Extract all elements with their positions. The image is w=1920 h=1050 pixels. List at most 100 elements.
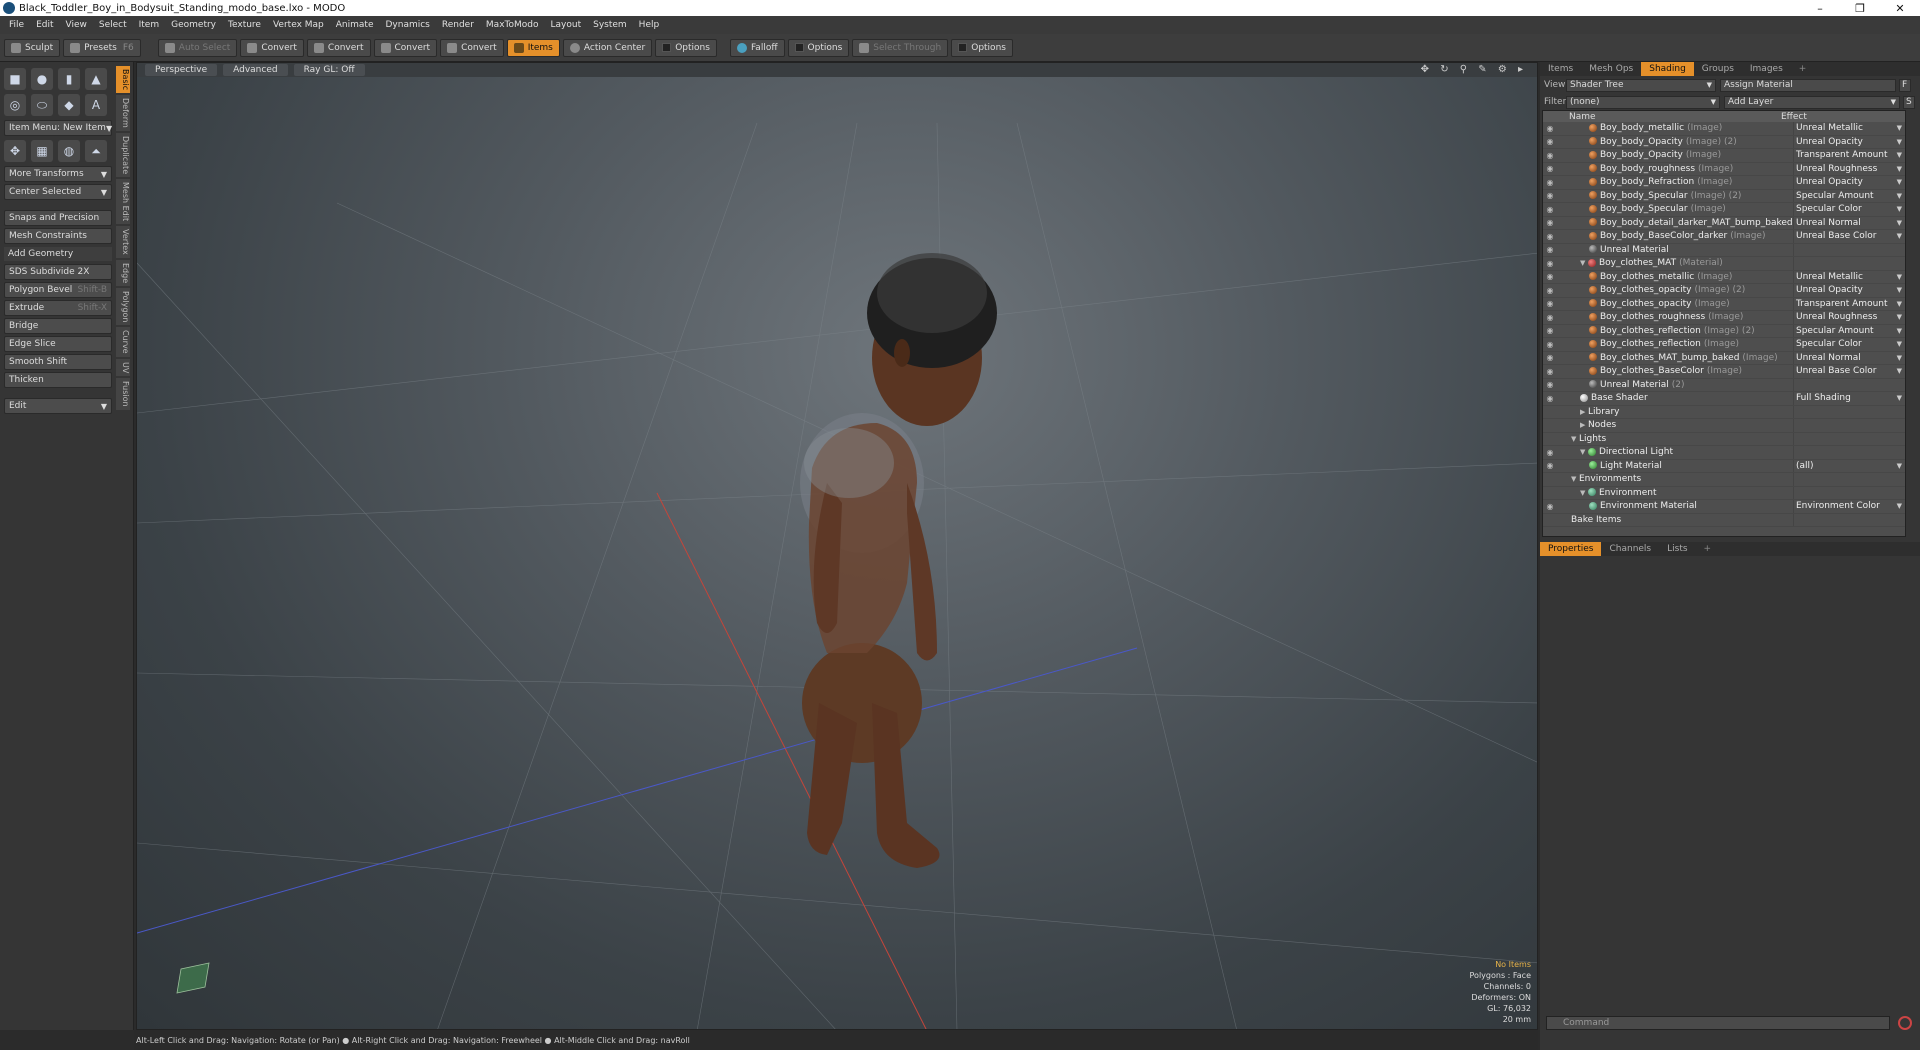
- layer-effect[interactable]: Specular Color ▼: [1793, 338, 1905, 351]
- presets-button[interactable]: Presets F6: [63, 38, 141, 57]
- layer-effect[interactable]: [1793, 257, 1905, 270]
- visibility-eye-icon[interactable]: ◉: [1543, 151, 1557, 160]
- layer-effect[interactable]: Unreal Normal ▼: [1793, 216, 1905, 229]
- filter-dropdown[interactable]: (none) ▼: [1566, 95, 1720, 109]
- layer-effect[interactable]: Specular Color ▼: [1793, 203, 1905, 216]
- menu-item-render[interactable]: Render: [442, 20, 474, 30]
- toolbox-tab-curve[interactable]: Curve: [116, 327, 130, 358]
- shader-tree-row[interactable]: ▶ Library: [1543, 405, 1905, 419]
- menu-item-item[interactable]: Item: [139, 20, 160, 30]
- visibility-eye-icon[interactable]: ◉: [1543, 191, 1557, 200]
- text-icon[interactable]: A: [85, 94, 107, 116]
- sphere-icon[interactable]: ●: [31, 68, 53, 90]
- tab-groups[interactable]: Groups: [1694, 62, 1742, 76]
- shader-tree-row[interactable]: ◉ Boy_clothes_reflection (Image) Specular C…: [1543, 338, 1905, 352]
- name-column-header[interactable]: Name: [1543, 112, 1781, 122]
- grid-icon[interactable]: ▦: [31, 140, 53, 162]
- visibility-eye-icon[interactable]: ◉: [1543, 448, 1557, 457]
- polygon-bevel-button[interactable]: Polygon Bevel Shift-B: [4, 282, 112, 298]
- shader-tree-row[interactable]: ◉ Boy_clothes_MAT_bump_baked (Image) Unreal…: [1543, 351, 1905, 365]
- visibility-eye-icon[interactable]: ◉: [1543, 353, 1557, 362]
- layer-effect[interactable]: (all) ▼: [1793, 459, 1905, 472]
- action-center-options-button[interactable]: Options: [655, 38, 717, 57]
- shader-tree-row[interactable]: ◉ Boy_body_Opacity (Image) (2) Unreal Opaci…: [1543, 135, 1905, 149]
- shader-tree-row[interactable]: ◉ Boy_clothes_metallic (Image) Unreal Metal…: [1543, 270, 1905, 284]
- toolbox-tab-vertex[interactable]: Vertex: [116, 226, 130, 258]
- tab-mesh-ops[interactable]: Mesh Ops: [1581, 62, 1641, 76]
- toolbox-tab-mesh-edit[interactable]: Mesh Edit: [116, 179, 130, 225]
- menu-item-file[interactable]: File: [9, 20, 24, 30]
- layer-effect[interactable]: [1793, 473, 1905, 486]
- shader-tree-row[interactable]: ◉ Boy_body_BaseColor_darker (Image) Unreal …: [1543, 230, 1905, 244]
- select-through-options-button[interactable]: Options: [951, 38, 1013, 57]
- expand-triangle-icon[interactable]: ▼: [1580, 489, 1588, 497]
- layer-effect[interactable]: Specular Amount ▼: [1793, 324, 1905, 337]
- bridge-button[interactable]: Bridge: [4, 318, 112, 334]
- shader-tree-row[interactable]: ▼ Lights: [1543, 432, 1905, 446]
- shader-tree-row[interactable]: ▼ Environment: [1543, 486, 1905, 500]
- shading-mode-dropdown[interactable]: Advanced: [223, 64, 288, 76]
- layer-effect[interactable]: Unreal Base Color ▼: [1793, 365, 1905, 378]
- menu-item-select[interactable]: Select: [99, 20, 127, 30]
- visibility-eye-icon[interactable]: ◉: [1543, 461, 1557, 470]
- layer-effect[interactable]: Unreal Base Color ▼: [1793, 230, 1905, 243]
- toolbox-tab-basic[interactable]: Basic: [116, 66, 130, 94]
- layer-effect[interactable]: Unreal Opacity ▼: [1793, 284, 1905, 297]
- items-mode-button[interactable]: Items: [506, 38, 560, 57]
- convert-edges-button[interactable]: Convert: [306, 38, 371, 57]
- shader-tree-row[interactable]: ◉ Boy_clothes_opacity (Image) Transparent A…: [1543, 297, 1905, 311]
- visibility-eye-icon[interactable]: ◉: [1543, 218, 1557, 227]
- globe-icon[interactable]: ◍: [58, 140, 80, 162]
- menu-item-edit[interactable]: Edit: [36, 20, 53, 30]
- shader-tree-row[interactable]: ◉ Boy_body_detail_darker_MAT_bump_baked .…: [1543, 216, 1905, 230]
- menu-item-animate[interactable]: Animate: [336, 20, 374, 30]
- shader-tree-row[interactable]: ◉ Boy_body_Specular (Image) Specular Color ▼: [1543, 203, 1905, 217]
- menu-item-help[interactable]: Help: [639, 20, 660, 30]
- shader-tree-row[interactable]: ◉ Boy_clothes_opacity (Image) (2) Unreal Op…: [1543, 284, 1905, 298]
- cone-icon[interactable]: ▲: [85, 68, 107, 90]
- s-button[interactable]: S: [1903, 95, 1915, 109]
- layer-effect[interactable]: [1793, 243, 1905, 256]
- tab-lists[interactable]: Lists: [1659, 542, 1695, 556]
- edit-dropdown[interactable]: Edit ▼: [4, 398, 112, 414]
- visibility-eye-icon[interactable]: ◉: [1543, 259, 1557, 268]
- layer-effect[interactable]: [1793, 446, 1905, 459]
- visibility-eye-icon[interactable]: ◉: [1543, 380, 1557, 389]
- torus-icon[interactable]: ◎: [4, 94, 26, 116]
- expand-triangle-icon[interactable]: ▶: [1580, 421, 1588, 429]
- move-icon[interactable]: ✥: [4, 140, 26, 162]
- select-through-button[interactable]: Select Through: [852, 38, 949, 57]
- view-dropdown[interactable]: Shader Tree ▼: [1566, 78, 1716, 92]
- expand-triangle-icon[interactable]: ▶: [1580, 408, 1588, 416]
- toolbox-tab-deform[interactable]: Deform: [116, 95, 130, 131]
- layer-effect[interactable]: Unreal Normal ▼: [1793, 351, 1905, 364]
- tab-items[interactable]: Items: [1540, 62, 1581, 76]
- falloff-options-button[interactable]: Options: [787, 38, 850, 57]
- shader-tree-row[interactable]: ◉ ▼ Directional Light: [1543, 446, 1905, 460]
- add-tab-icon[interactable]: +: [1696, 542, 1720, 556]
- viewport-nav-icons[interactable]: ✥ ↻ ⚲ ✎ ⚙ ▸: [1421, 64, 1527, 75]
- shader-tree-row[interactable]: ▶ Nodes: [1543, 419, 1905, 433]
- visibility-eye-icon[interactable]: ◉: [1543, 326, 1557, 335]
- layer-effect[interactable]: Unreal Opacity ▼: [1793, 135, 1905, 148]
- menu-item-system[interactable]: System: [593, 20, 627, 30]
- shader-tree-row[interactable]: ◉ Boy_clothes_BaseColor (Image) Unreal Base…: [1543, 365, 1905, 379]
- 3d-viewport[interactable]: Perspective Advanced Ray GL: Off ✥ ↻ ⚲ ✎…: [136, 62, 1538, 1030]
- smooth-shift-button[interactable]: Smooth Shift: [4, 354, 112, 370]
- sds-subdivide-button[interactable]: SDS Subdivide 2X: [4, 264, 112, 280]
- expand-triangle-icon[interactable]: ▼: [1580, 259, 1588, 267]
- visibility-eye-icon[interactable]: ◉: [1543, 502, 1557, 511]
- convert-materials-button[interactable]: Convert: [440, 38, 504, 57]
- layer-effect[interactable]: [1793, 378, 1905, 391]
- shader-tree-row[interactable]: ◉ Boy_clothes_reflection (Image) (2) Specul…: [1543, 324, 1905, 338]
- shader-tree-row[interactable]: ◉ Unreal Material: [1543, 243, 1905, 257]
- layer-effect[interactable]: Unreal Roughness ▼: [1793, 162, 1905, 175]
- layer-effect[interactable]: Transparent Amount ▼: [1793, 297, 1905, 310]
- visibility-eye-icon[interactable]: ◉: [1543, 205, 1557, 214]
- f-button[interactable]: F: [1899, 78, 1911, 92]
- thicken-button[interactable]: Thicken: [4, 372, 112, 388]
- toolbox-tab-edge[interactable]: Edge: [116, 259, 130, 287]
- visibility-eye-icon[interactable]: ◉: [1543, 272, 1557, 281]
- minimize-button[interactable]: –: [1800, 2, 1840, 15]
- snaps-precision-button[interactable]: Snaps and Precision: [4, 210, 112, 226]
